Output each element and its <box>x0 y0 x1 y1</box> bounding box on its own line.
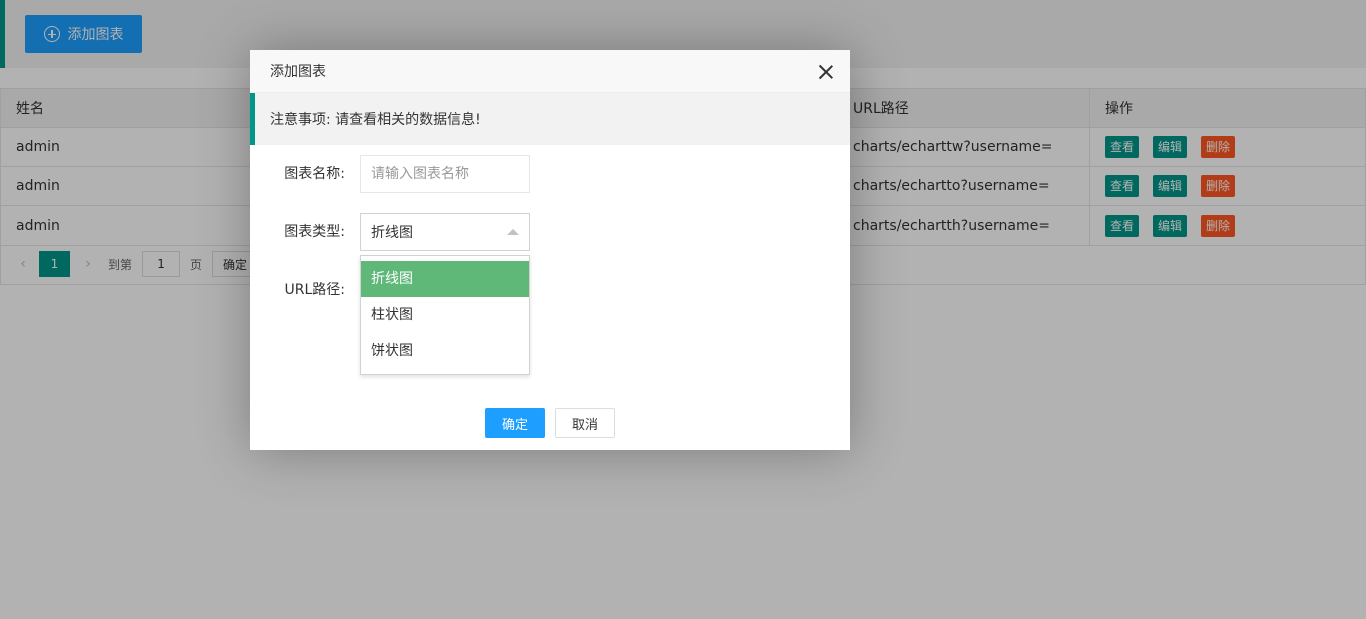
chart-name-label: 图表名称: <box>284 166 345 182</box>
option-bar[interactable]: 柱状图 <box>361 297 529 333</box>
form-row-type: 图表类型: 折线图 <box>250 213 850 251</box>
form-row-url: URL路径: <box>250 271 850 309</box>
close-icon[interactable] <box>818 64 834 80</box>
form-row-name: 图表名称: <box>250 155 850 193</box>
notice-text: 注意事项: 请查看相关的数据信息! <box>270 112 481 128</box>
cancel-button[interactable]: 取消 <box>555 408 615 438</box>
notice-banner: 注意事项: 请查看相关的数据信息! <box>250 93 850 145</box>
dialog-title: 添加图表 <box>270 64 326 80</box>
dialog-header: 添加图表 <box>250 50 850 93</box>
add-chart-dialog: 添加图表 注意事项: 请查看相关的数据信息! 图表名称: 图表类型: 折线图 U… <box>250 50 850 450</box>
option-line[interactable]: 折线图 <box>361 261 529 297</box>
chart-type-value: 折线图 <box>371 225 413 241</box>
option-pie[interactable]: 饼状图 <box>361 333 529 369</box>
url-label: URL路径: <box>284 282 346 298</box>
caret-up-icon <box>507 229 519 235</box>
chart-type-dropdown: 折线图 柱状图 饼状图 <box>360 255 530 375</box>
chart-type-label: 图表类型: <box>284 224 345 240</box>
chart-type-select[interactable]: 折线图 <box>360 213 530 251</box>
chart-name-input[interactable] <box>360 155 530 193</box>
dialog-buttons: 确定 取消 <box>250 408 850 438</box>
confirm-button[interactable]: 确定 <box>485 408 545 438</box>
